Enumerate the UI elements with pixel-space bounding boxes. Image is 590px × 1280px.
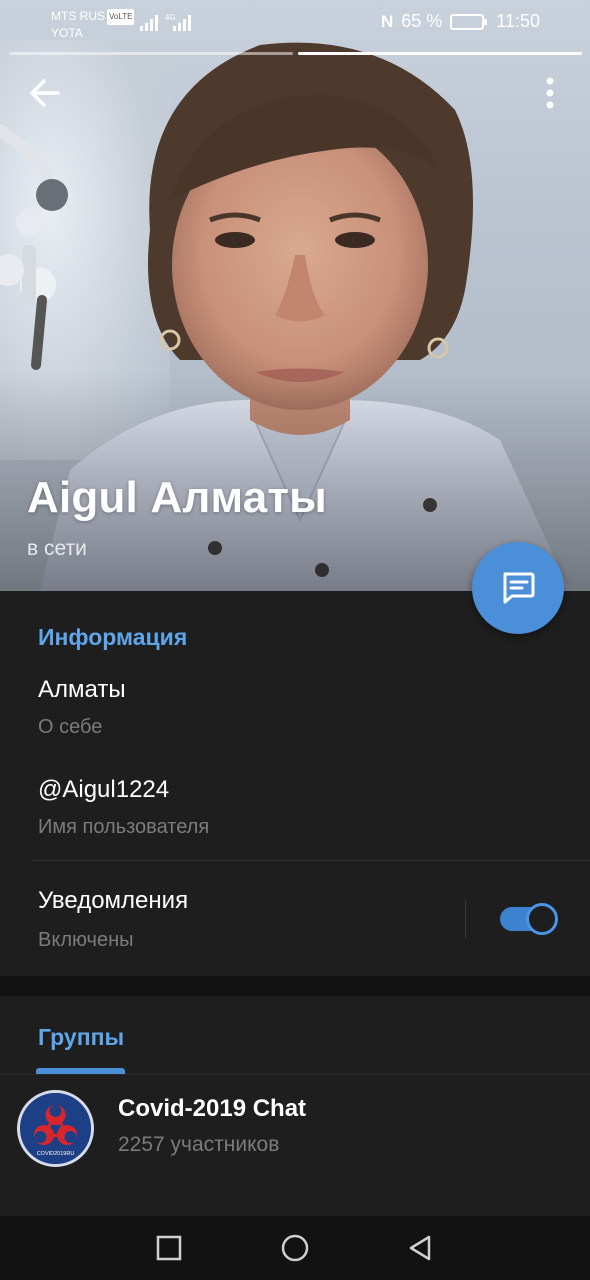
- message-icon: [503, 572, 535, 604]
- send-message-button[interactable]: [472, 542, 564, 634]
- info-section: Информация Алматы О себе @Aigul1224 Имя …: [0, 591, 590, 976]
- photo-progress-1: [9, 52, 293, 55]
- network-type: 4G: [165, 13, 176, 22]
- status-bar: MTS RUS VoLTE YOTA 4G N 65 % 11:50: [0, 0, 590, 48]
- username-label: Имя пользователя: [38, 816, 210, 838]
- notifications-row[interactable]: Уведомления Включены: [0, 876, 590, 966]
- username-value: @Aigul1224: [38, 776, 170, 803]
- back-arrow-icon: [30, 79, 60, 107]
- list-item[interactable]: COVID2019RU Covid-2019 Chat 2257 участни…: [0, 1075, 590, 1216]
- nav-circle-icon: [281, 1234, 309, 1262]
- carrier-2: YOTA: [51, 26, 83, 40]
- battery-percent: 65 %: [401, 11, 443, 31]
- status-right: N 65 % 11:50: [381, 11, 540, 32]
- nav-recents-button[interactable]: [154, 1233, 184, 1263]
- notifications-value: Уведомления: [38, 887, 189, 914]
- group-name: Covid-2019 Chat: [118, 1095, 307, 1122]
- groups-section: Группы COVID2019RU Covid-2019 Chat 2257 …: [0, 996, 590, 1216]
- bio-row[interactable]: Алматы О себе: [0, 666, 590, 756]
- photo-progress-2: [298, 52, 582, 55]
- nav-home-button[interactable]: [280, 1233, 310, 1263]
- group-members: 2257 участников: [118, 1133, 280, 1156]
- notifications-toggle[interactable]: [500, 903, 558, 935]
- carrier-1: MTS RUS: [51, 9, 105, 23]
- bio-label: О себе: [38, 716, 103, 738]
- group-avatar: COVID2019RU: [17, 1090, 94, 1167]
- battery-icon: [450, 13, 488, 30]
- system-nav-bar: [0, 1216, 590, 1280]
- carrier-info: MTS RUS VoLTE YOTA: [51, 8, 135, 41]
- info-title: Информация: [38, 624, 188, 650]
- username-row[interactable]: @Aigul1224 Имя пользователя: [0, 766, 590, 856]
- signal-icon: 4G: [140, 13, 191, 31]
- notifications-separator: [465, 900, 466, 938]
- groups-title[interactable]: Группы: [38, 1024, 124, 1051]
- volte-badge: VoLTE: [107, 9, 135, 25]
- more-vert-icon: [546, 77, 554, 109]
- more-options-button[interactable]: [534, 76, 566, 110]
- profile-name: Aigul Алматы: [27, 473, 327, 522]
- nav-back-button[interactable]: [405, 1233, 435, 1263]
- nav-back-triangle-icon: [409, 1235, 431, 1261]
- section-gap: [0, 976, 590, 996]
- group-avatar-text: COVID2019RU: [37, 1151, 75, 1157]
- profile-status: в сети: [27, 537, 87, 560]
- nav-square-icon: [156, 1235, 182, 1261]
- toggle-knob: [526, 903, 558, 935]
- nfc-icon: N: [380, 11, 394, 31]
- notifications-label: Включены: [38, 929, 134, 951]
- bio-value: Алматы: [38, 676, 126, 703]
- back-button[interactable]: [26, 75, 66, 111]
- clock: 11:50: [496, 11, 540, 31]
- info-divider: [32, 860, 590, 861]
- biohazard-icon: COVID2019RU: [20, 1093, 91, 1164]
